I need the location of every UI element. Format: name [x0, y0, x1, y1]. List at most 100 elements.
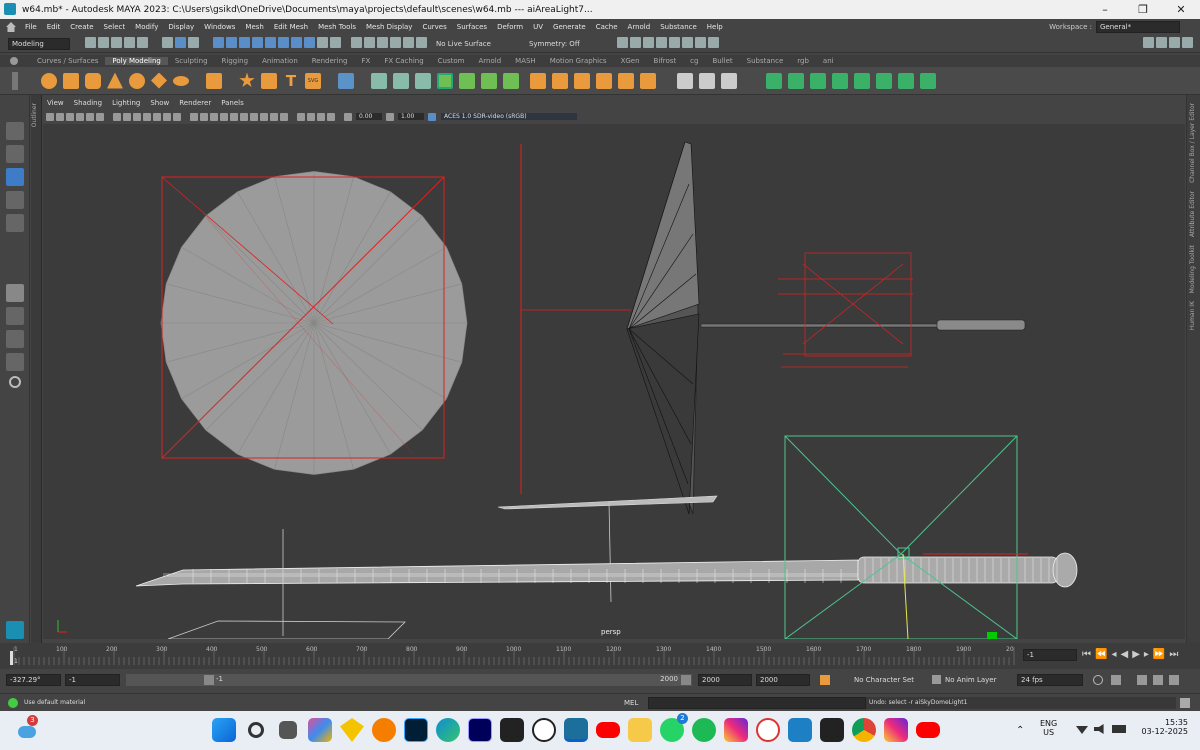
xray-icon[interactable] [307, 112, 315, 121]
go-to-end-icon[interactable]: ⏭ [1169, 649, 1178, 660]
menu-curves[interactable]: Curves [417, 23, 451, 31]
camera-attr-icon[interactable] [56, 112, 64, 121]
figma-icon[interactable] [820, 718, 844, 742]
antialias-icon[interactable] [270, 112, 278, 121]
menu-uv[interactable]: UV [528, 23, 548, 31]
view-transform-select[interactable]: ACES 1.0 SDR-video (sRGB) [441, 113, 577, 120]
skydome-light-gizmo[interactable] [784, 435, 1028, 640]
wireframe-on-shaded-icon[interactable] [210, 112, 218, 121]
save-scene-icon[interactable] [111, 37, 122, 48]
play-back-icon[interactable]: ◀ [1120, 649, 1128, 660]
copilot-icon[interactable] [308, 718, 332, 742]
live-surface-label[interactable]: No Live Surface [436, 40, 491, 48]
home-icon[interactable] [6, 22, 16, 32]
photoshop-icon[interactable] [404, 718, 428, 742]
menu-select[interactable]: Select [99, 23, 131, 31]
four-pane-icon[interactable] [6, 307, 24, 325]
color-management-icon[interactable] [428, 112, 436, 121]
panel-menu-panels[interactable]: Panels [216, 99, 249, 110]
snap-point-icon[interactable] [239, 37, 250, 48]
side-tab-modeling-toolkit[interactable]: Modeling Toolkit [1189, 245, 1196, 293]
go-to-start-icon[interactable]: ⏮ [1082, 649, 1091, 660]
depth-of-field-icon[interactable] [280, 112, 288, 121]
instagram-icon[interactable] [724, 718, 748, 742]
menu-generate[interactable]: Generate [548, 23, 591, 31]
resolution-gate-icon[interactable] [133, 112, 141, 121]
gamma-icon[interactable] [386, 112, 394, 121]
task-view-icon[interactable] [279, 721, 297, 739]
grease-pencil-icon[interactable] [96, 112, 104, 121]
bevel-uv-icon[interactable] [338, 72, 354, 89]
platonic-icon[interactable] [206, 72, 222, 89]
unfold-uv-icon[interactable] [876, 72, 892, 89]
after-effects-icon[interactable] [468, 718, 492, 742]
file-explorer-icon[interactable] [628, 718, 652, 742]
snap-to-point-icon[interactable] [377, 37, 388, 48]
outliner-layout-icon[interactable] [6, 353, 24, 371]
planar-uv-icon[interactable] [788, 72, 804, 89]
workspace-select[interactable]: General* [1096, 21, 1180, 33]
make-live-icon[interactable] [416, 37, 427, 48]
poly-torus-icon[interactable] [129, 72, 145, 89]
render-settings-icon[interactable] [655, 37, 667, 48]
bool-icon[interactable] [437, 72, 453, 89]
scale-tool-icon[interactable] [6, 214, 24, 232]
bookmark-icon[interactable] [66, 112, 74, 121]
magnet-icon[interactable] [330, 37, 341, 48]
step-forward-frame-icon[interactable]: ▸ [1144, 649, 1149, 660]
menu-deform[interactable]: Deform [492, 23, 528, 31]
toolkit-icon[interactable] [1143, 37, 1154, 48]
uv-editor-icon[interactable] [920, 72, 936, 89]
panel-menu-renderer[interactable]: Renderer [174, 99, 216, 110]
play-forward-icon[interactable]: ▶ [1132, 649, 1140, 660]
ipr-icon[interactable] [642, 37, 654, 48]
edge-icon[interactable] [436, 718, 460, 742]
extract-icon[interactable] [481, 72, 497, 89]
open-scene-icon[interactable] [98, 37, 109, 48]
shelf-tab-arnold[interactable]: Arnold [472, 57, 509, 65]
snap-to-projected-icon[interactable] [390, 37, 401, 48]
side-tab-channel-box-layer-editor[interactable]: Channel Box / Layer Editor [1189, 103, 1196, 183]
anim-prefs-icon[interactable] [1153, 674, 1163, 685]
sew-uv-icon[interactable] [854, 72, 870, 89]
chatgpt-icon[interactable] [532, 718, 556, 742]
isolate-select-icon[interactable] [297, 112, 305, 121]
select-tool-icon[interactable] [10, 99, 23, 117]
xray-joints-icon[interactable] [317, 112, 325, 121]
youtube-icon-2[interactable] [916, 722, 940, 738]
menu-cache[interactable]: Cache [591, 23, 623, 31]
persp-viewport[interactable]: persp [43, 124, 1185, 640]
paint-select-icon[interactable] [6, 145, 24, 163]
target-weld-icon[interactable] [699, 72, 715, 89]
poly-disc-icon[interactable] [173, 75, 189, 86]
shelf-tab-mash[interactable]: MASH [508, 57, 543, 65]
sketch-icon[interactable] [340, 718, 364, 742]
minimize-button[interactable]: – [1086, 0, 1124, 19]
weather-widget[interactable]: 3 [16, 715, 38, 742]
super-shape-icon[interactable] [239, 72, 255, 88]
blender-icon[interactable] [372, 718, 396, 742]
film-gate-icon[interactable] [123, 112, 131, 121]
maya-home-icon[interactable] [6, 621, 24, 639]
select-object-icon[interactable] [175, 37, 186, 48]
render-view-icon[interactable] [616, 37, 628, 48]
smooth-shade-icon[interactable] [200, 112, 208, 121]
youtube-icon[interactable] [596, 722, 620, 738]
shadows-icon[interactable] [240, 112, 248, 121]
grid-icon[interactable] [113, 112, 121, 121]
step-forward-key-icon[interactable]: ⏩ [1153, 649, 1165, 660]
script-language-toggle[interactable]: MEL [624, 699, 648, 707]
start-time-field[interactable]: -327.29° [6, 673, 61, 686]
rotate-tool-icon[interactable] [6, 191, 24, 209]
poly-sphere-icon[interactable] [41, 72, 57, 89]
safe-title-icon[interactable] [173, 112, 181, 121]
svg-icon[interactable]: SVG [305, 72, 321, 89]
menu-mesh[interactable]: Mesh [240, 23, 268, 31]
xray-components-icon[interactable] [327, 112, 335, 121]
layout-uv-icon[interactable] [898, 72, 914, 89]
select-component-icon[interactable] [188, 37, 199, 48]
close-button[interactable]: ✕ [1162, 0, 1200, 19]
menu-file[interactable]: File [20, 23, 42, 31]
cut-uv-icon[interactable] [832, 72, 848, 89]
shelf-tab-fx-caching[interactable]: FX Caching [377, 57, 430, 65]
